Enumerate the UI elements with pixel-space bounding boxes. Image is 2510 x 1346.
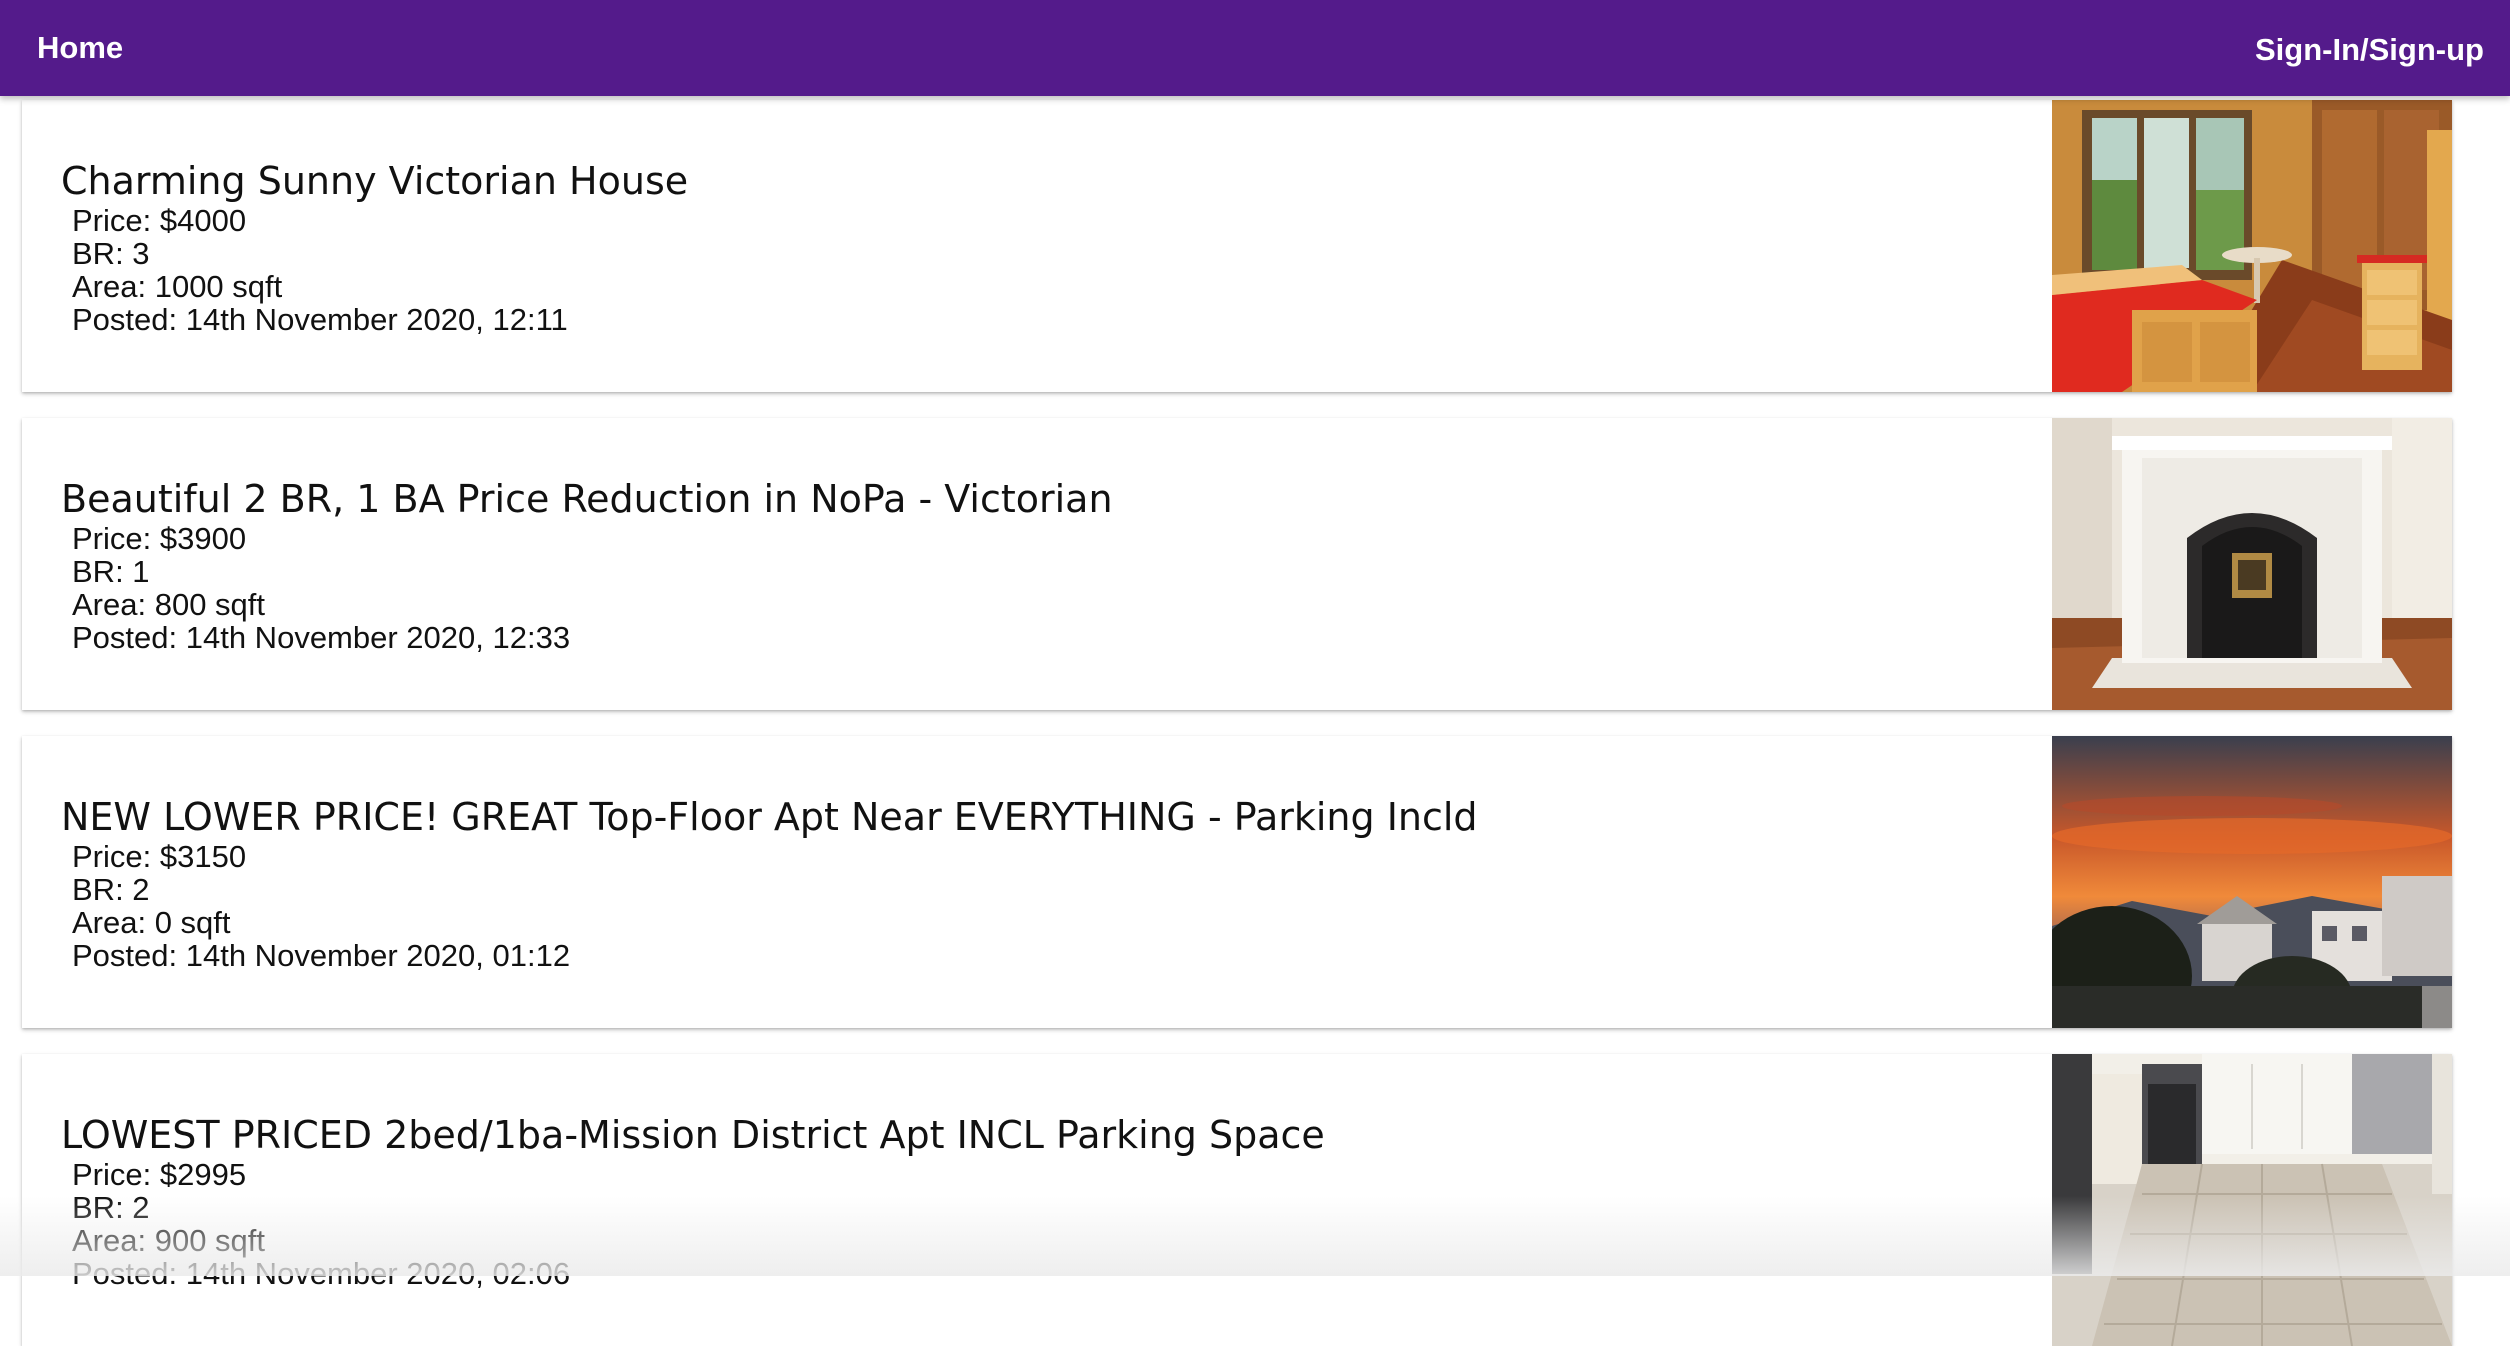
top-navbar: Home Sign-In/Sign-up bbox=[0, 0, 2510, 96]
listing-title[interactable]: Charming Sunny Victorian House bbox=[61, 158, 688, 204]
listing-area: Area: 900 sqft bbox=[72, 1223, 266, 1258]
listing-bedrooms: BR: 3 bbox=[72, 236, 150, 271]
listing-price: Price: $4000 bbox=[72, 203, 247, 238]
listing-bedrooms: BR: 2 bbox=[72, 872, 150, 907]
listing-card[interactable]: LOWEST PRICED 2bed/1ba-Mission District … bbox=[22, 1054, 2452, 1346]
listings-list: Charming Sunny Victorian House Price: $4… bbox=[0, 0, 2510, 1346]
sunset-view-photo[interactable] bbox=[2052, 736, 2452, 1028]
listing-area: Area: 0 sqft bbox=[72, 905, 231, 940]
listing-info: Charming Sunny Victorian House Price: $4… bbox=[61, 158, 688, 336]
listing-card[interactable]: Charming Sunny Victorian House Price: $4… bbox=[22, 100, 2452, 392]
listing-card[interactable]: Beautiful 2 BR, 1 BA Price Reduction in … bbox=[22, 418, 2452, 710]
listing-posted: Posted: 14th November 2020, 12:11 bbox=[72, 302, 568, 337]
listing-price: Price: $2995 bbox=[72, 1157, 247, 1192]
listing-area: Area: 1000 sqft bbox=[72, 269, 283, 304]
listing-price: Price: $3150 bbox=[72, 839, 247, 874]
listing-posted: Posted: 14th November 2020, 01:12 bbox=[72, 938, 571, 973]
listing-bedrooms: BR: 2 bbox=[72, 1190, 150, 1225]
listing-card[interactable]: NEW LOWER PRICE! GREAT Top-Floor Apt Nea… bbox=[22, 736, 2452, 1028]
kitchen-photo[interactable] bbox=[2052, 100, 2452, 392]
fireplace-photo[interactable] bbox=[2052, 418, 2452, 710]
kitchen-tile-photo[interactable] bbox=[2052, 1054, 2452, 1346]
listing-price: Price: $3900 bbox=[72, 521, 247, 556]
listing-posted: Posted: 14th November 2020, 12:33 bbox=[72, 620, 571, 655]
listing-title[interactable]: NEW LOWER PRICE! GREAT Top-Floor Apt Nea… bbox=[61, 794, 1478, 840]
listing-posted: Posted: 14th November 2020, 02:06 bbox=[72, 1256, 571, 1291]
home-link[interactable]: Home bbox=[37, 30, 123, 66]
listing-title[interactable]: Beautiful 2 BR, 1 BA Price Reduction in … bbox=[61, 476, 1113, 522]
listing-info: LOWEST PRICED 2bed/1ba-Mission District … bbox=[61, 1112, 1325, 1290]
listing-title[interactable]: LOWEST PRICED 2bed/1ba-Mission District … bbox=[61, 1112, 1325, 1158]
listing-info: NEW LOWER PRICE! GREAT Top-Floor Apt Nea… bbox=[61, 794, 1478, 972]
listing-bedrooms: BR: 1 bbox=[72, 554, 150, 589]
listing-info: Beautiful 2 BR, 1 BA Price Reduction in … bbox=[61, 476, 1113, 654]
listing-area: Area: 800 sqft bbox=[72, 587, 266, 622]
sign-in-sign-up-link[interactable]: Sign-In/Sign-up bbox=[2255, 32, 2484, 68]
